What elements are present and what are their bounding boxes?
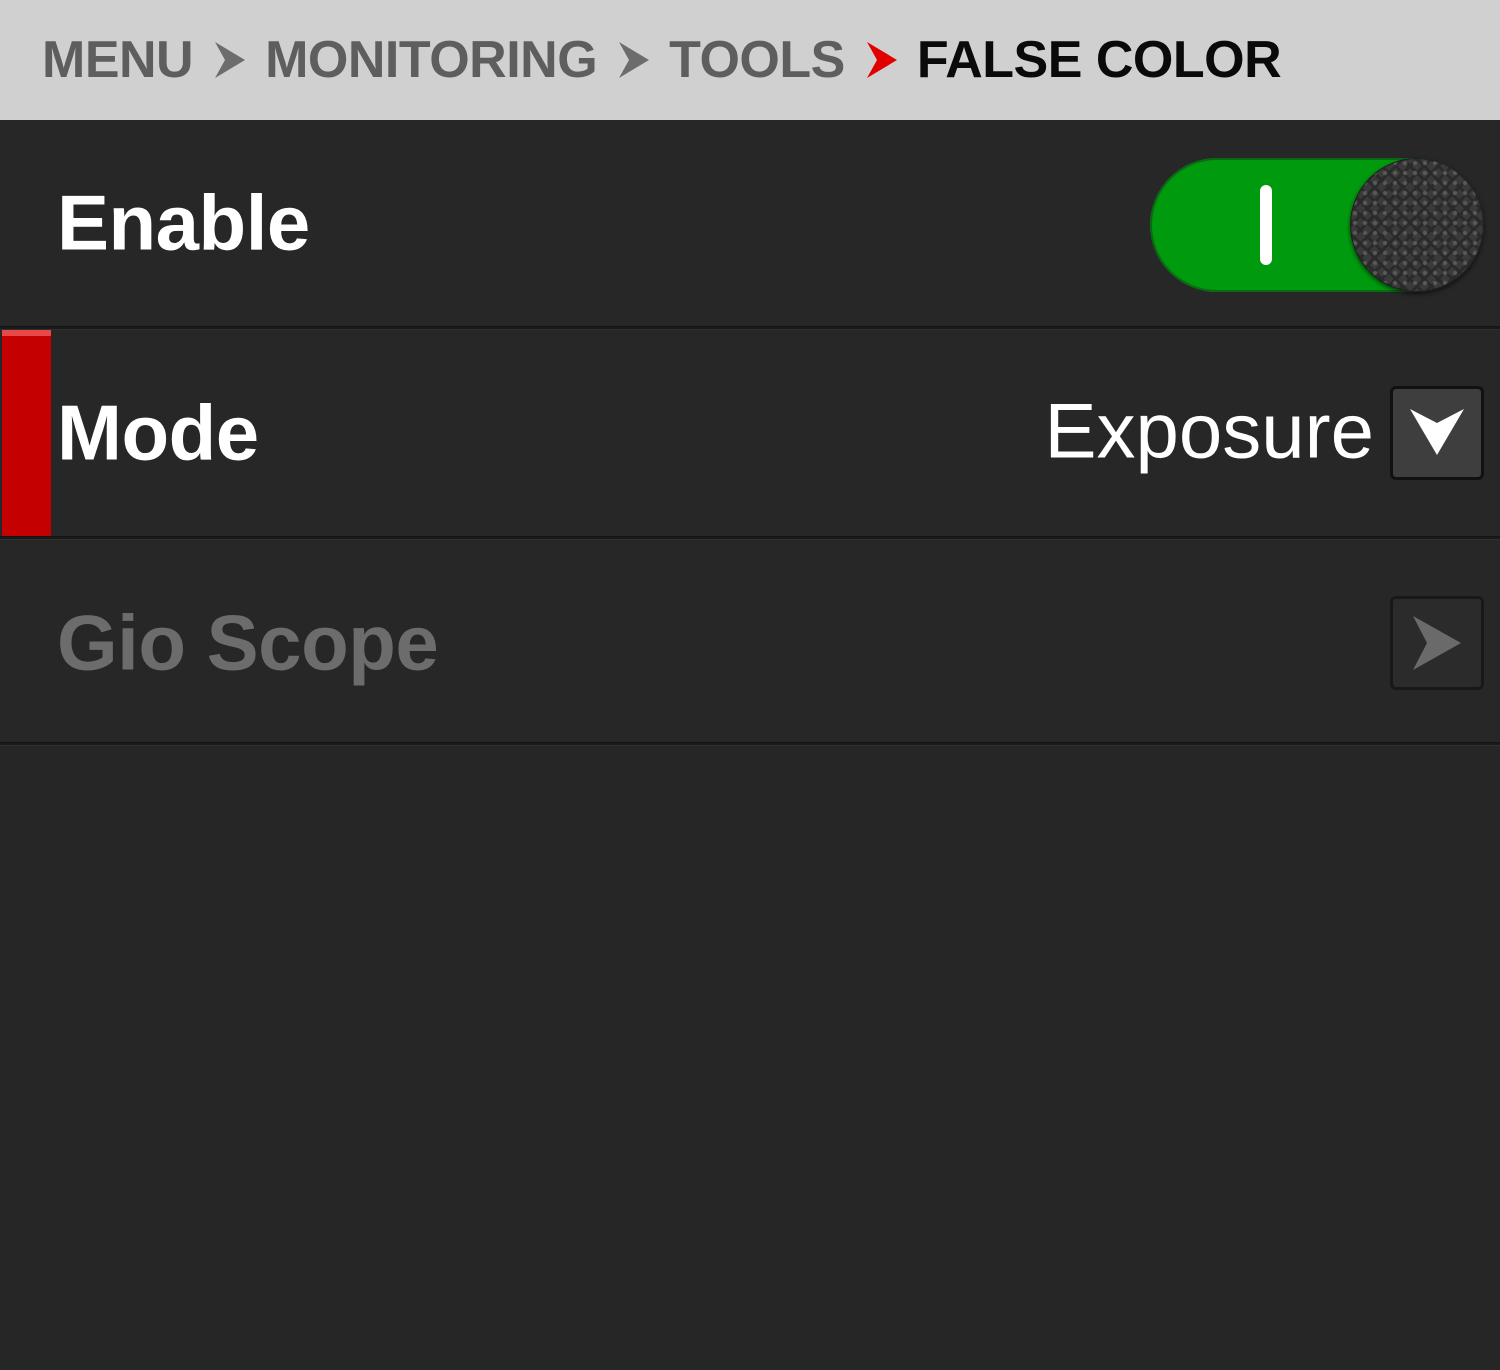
chevron-right-icon: [211, 40, 247, 80]
breadcrumb-item-false-color: FALSE COLOR: [916, 31, 1282, 89]
mode-row[interactable]: Mode Exposure: [0, 330, 1500, 536]
mode-value: Exposure: [1044, 386, 1374, 475]
false-color-menu-page: MENU MONITORING TOOLS FALSE COLOR Enable…: [0, 0, 1500, 1370]
enable-row[interactable]: Enable: [0, 120, 1500, 326]
gio-scope-open-button[interactable]: [1390, 596, 1484, 690]
chevron-right-icon: [615, 40, 651, 80]
toggle-on-indicator-icon: [1260, 185, 1272, 265]
arrow-right-icon: [1413, 616, 1461, 670]
toggle-knob[interactable]: [1350, 158, 1484, 292]
breadcrumb: MENU MONITORING TOOLS FALSE COLOR: [0, 0, 1500, 120]
gio-scope-label: Gio Scope: [57, 598, 439, 687]
enable-label: Enable: [57, 178, 310, 267]
row-divider: [0, 742, 1500, 746]
gio-scope-row[interactable]: Gio Scope: [0, 540, 1500, 746]
enable-toggle[interactable]: [1150, 158, 1484, 292]
breadcrumb-item-menu[interactable]: MENU: [42, 30, 194, 90]
selection-indicator: [2, 330, 51, 536]
dropdown-arrow-icon: [1410, 409, 1464, 455]
chevron-right-icon: [863, 40, 899, 80]
breadcrumb-item-monitoring[interactable]: MONITORING: [265, 30, 598, 90]
breadcrumb-item-tools[interactable]: TOOLS: [669, 30, 845, 90]
mode-dropdown-button[interactable]: [1390, 386, 1484, 480]
mode-label: Mode: [57, 388, 259, 477]
